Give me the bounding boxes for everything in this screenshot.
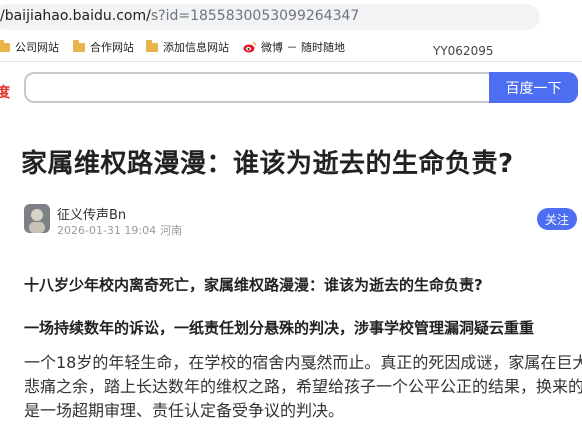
article-heading-2: 一场持续数年的诉讼，一纸责任划分悬殊的判决，涉事学校管理漏洞疑云重重 (24, 319, 535, 337)
article-heading-1: 十八岁少年校内离奇死亡，家属维权路漫漫：谁该为逝去的生命负责? (24, 276, 483, 294)
address-bar[interactable]: /baijiahao.baidu.com/s?id=18558300530992… (0, 4, 540, 30)
search-button[interactable]: 百度一下 (489, 72, 578, 103)
bookmark-company-sites[interactable]: 公司网站 (0, 39, 59, 55)
bookmark-weibo[interactable]: 微博 － 随时随地 (243, 39, 345, 55)
article-paragraph: 一个18岁的年轻生命，在学校的宿舍内戛然而止。真正的死因成谜，家属在巨大的 悲痛… (24, 351, 582, 423)
search-input[interactable] (24, 72, 490, 103)
bookmark-label: 合作网站 (90, 41, 134, 54)
follow-button[interactable]: 关注 (537, 208, 577, 230)
bookmark-label: 公司网站 (15, 41, 59, 54)
bookmarks-bar: 公司网站 合作网站 添加信息网站 微博 － 随时随地 (0, 33, 582, 62)
publish-date: 2026-01-31 19:04 (57, 224, 157, 237)
weibo-icon (243, 41, 257, 53)
address-bar-area: /baijiahao.baidu.com/s?id=18558300530992… (0, 0, 582, 33)
publish-location: 河南 (160, 224, 183, 237)
avatar-image (24, 204, 50, 233)
article-meta: 2026-01-31 19:04 河南 (57, 222, 182, 238)
author-name[interactable]: 征义传声Bn (57, 204, 126, 223)
bookmark-label: 微博 － 随时随地 (261, 41, 345, 54)
search-header: 度 百度一下 (0, 62, 582, 114)
avatar[interactable] (24, 204, 50, 233)
bookmark-add-info-sites[interactable]: 添加信息网站 (146, 39, 229, 55)
paragraph-line: 一个18岁的年轻生命，在学校的宿舍内戛然而止。真正的死因成谜，家属在巨大的 (24, 353, 582, 372)
baidu-logo[interactable]: 度 (0, 82, 10, 102)
watermark-text: YY062095 (433, 44, 494, 58)
folder-icon (73, 39, 85, 52)
folder-icon (0, 39, 10, 52)
paragraph-line: 悲痛之余，踏上长达数年的维权之路，希望给孩子一个公平公正的结果，换来的却 (24, 377, 582, 396)
url-text[interactable]: /baijiahao.baidu.com/s?id=18558300530992… (0, 8, 359, 24)
paragraph-line: 是一场超期审理、责任认定备受争议的判决。 (24, 401, 345, 420)
article-title: 家属维权路漫漫：谁该为逝去的生命负责? (21, 149, 514, 179)
folder-icon (146, 39, 158, 52)
bookmark-partner-sites[interactable]: 合作网站 (73, 39, 134, 55)
bookmark-label: 添加信息网站 (163, 41, 229, 54)
